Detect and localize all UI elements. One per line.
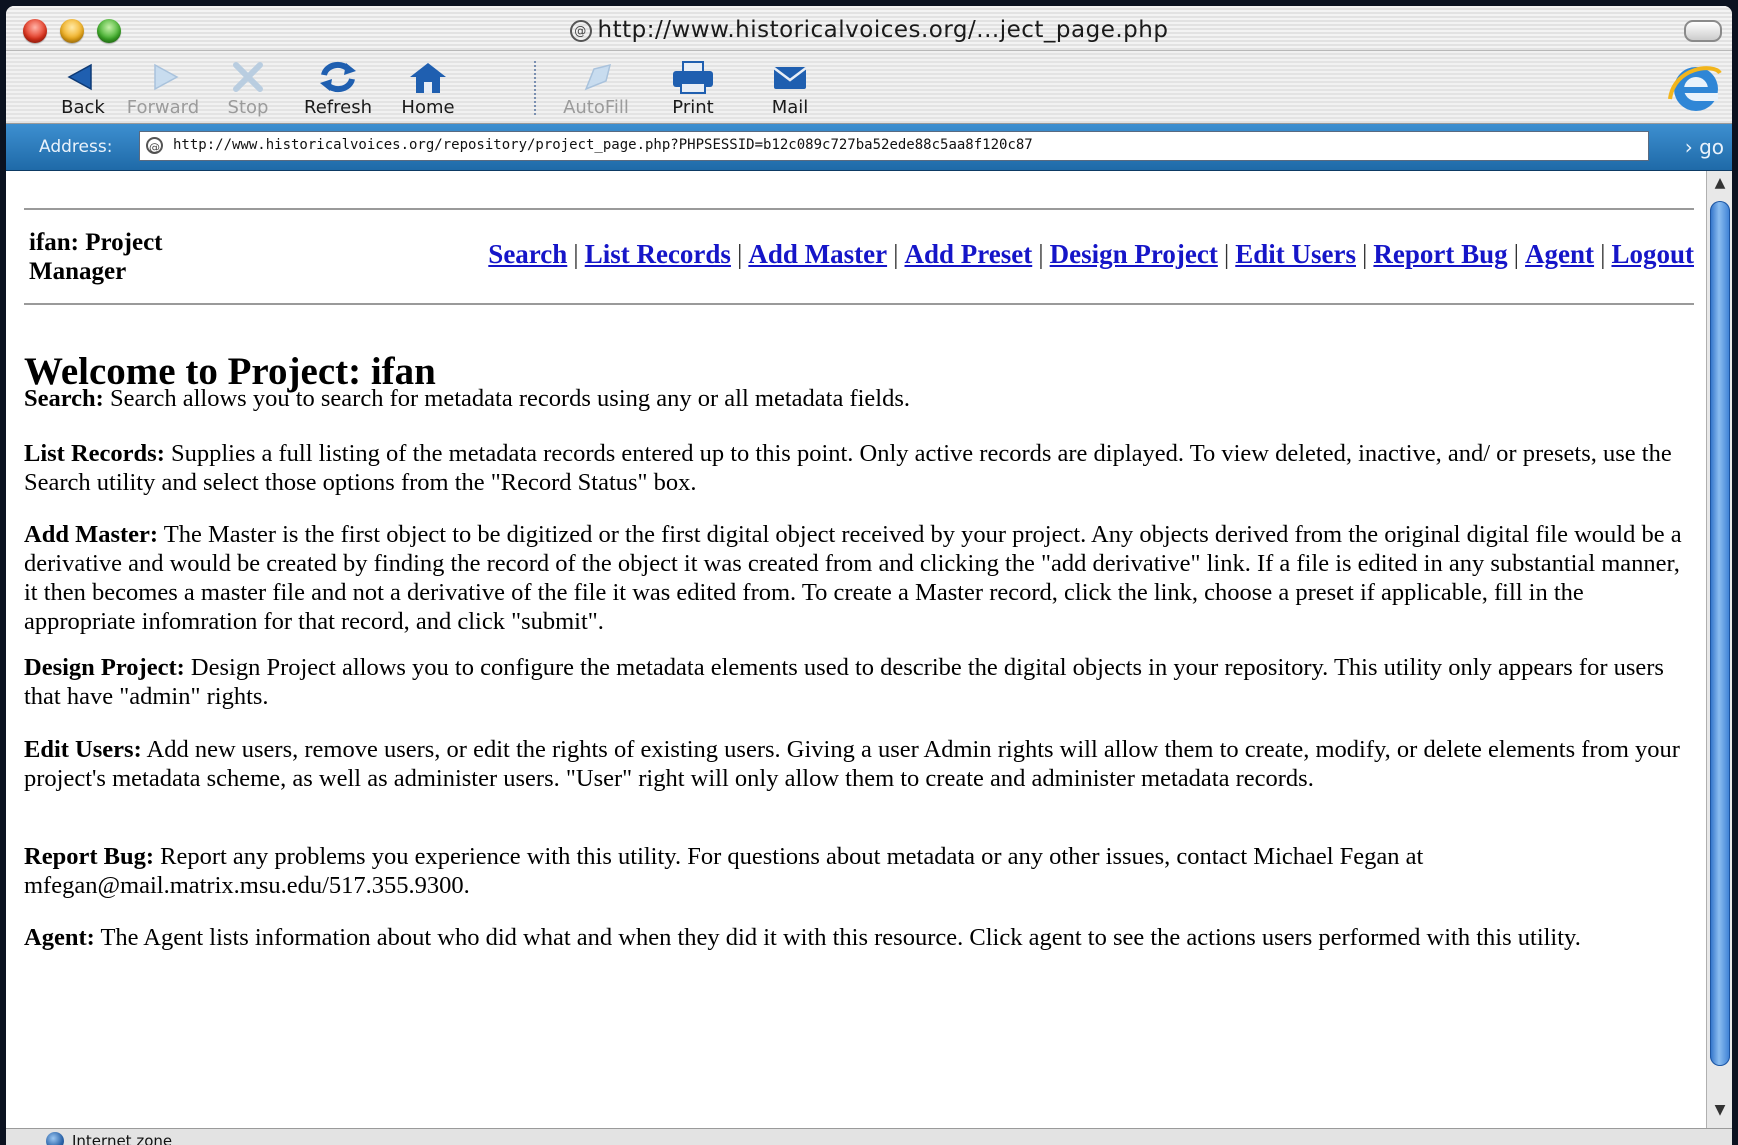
nav-link-design-project[interactable]: Design Project <box>1050 239 1218 269</box>
browser-toolbar: Back Forward Stop Refresh Home AutoFill … <box>6 51 1732 124</box>
stop-x-icon <box>233 62 263 92</box>
autofill-label: AutoFill <box>563 97 629 118</box>
scroll-down-arrow-icon[interactable]: ▼ <box>1707 1102 1732 1124</box>
at-page-icon: @ <box>569 20 592 42</box>
nav-link-report-bug[interactable]: Report Bug <box>1373 239 1507 269</box>
description-text: Design Project allows you to configure t… <box>24 654 1664 710</box>
autofill-button[interactable]: AutoFill <box>554 59 638 118</box>
address-field[interactable]: @ http://www.historicalvoices.org/reposi… <box>139 131 1649 161</box>
description-design-project: Design Project: Design Project allows yo… <box>24 653 1699 711</box>
toolbar-separator <box>534 61 538 115</box>
forward-label: Forward <box>126 97 200 118</box>
print-label: Print <box>672 97 714 118</box>
toolbar-toggle-button[interactable] <box>1684 20 1722 42</box>
description-text: The Master is the first object to be dig… <box>24 521 1682 635</box>
description-add-master: Add Master: The Master is the first obje… <box>24 520 1699 636</box>
project-nav: Search | List Records | Add Master | Add Prese… <box>488 239 1694 270</box>
description-agent: Agent: The Agent lists information about… <box>24 923 1699 952</box>
address-label: Address: <box>39 137 113 157</box>
description-text: Supplies a full listing of the metadata … <box>24 440 1672 496</box>
mail-button[interactable]: Mail <box>748 59 832 118</box>
nav-link-add-master[interactable]: Add Master <box>748 239 887 269</box>
description-text: The Agent lists information about who di… <box>94 924 1581 951</box>
refresh-button[interactable]: Refresh <box>296 59 380 118</box>
back-arrow-icon <box>67 63 92 91</box>
nav-separator: | <box>1038 239 1044 269</box>
nav-separator: | <box>1362 239 1368 269</box>
nav-link-search[interactable]: Search <box>488 239 567 269</box>
description-term: List Records: <box>24 440 165 467</box>
home-icon <box>410 63 446 93</box>
description-search: Search: Search allows you to search for … <box>24 384 1699 413</box>
status-bar: Internet zone <box>6 1128 1732 1145</box>
description-edit-users: Edit Users: Add new users, remove users,… <box>24 735 1699 793</box>
back-button[interactable]: Back <box>41 59 125 118</box>
description-text: Add new users, remove users, or edit the… <box>24 736 1680 792</box>
home-label: Home <box>401 97 455 118</box>
globe-icon <box>46 1132 64 1145</box>
mail-icon <box>773 67 807 89</box>
address-bar: Address: @ http://www.historicalvoices.o… <box>6 124 1732 171</box>
nav-separator: | <box>893 239 899 269</box>
top-divider <box>24 208 1694 210</box>
project-manager-title: ifan: Project Manager <box>29 229 163 285</box>
bottom-divider <box>24 303 1694 305</box>
description-report-bug: Report Bug: Report any problems you expe… <box>24 842 1699 900</box>
nav-link-list-records[interactable]: List Records <box>585 239 731 269</box>
nav-separator: | <box>1513 239 1520 269</box>
home-button[interactable]: Home <box>386 59 470 118</box>
description-list-records: List Records: Supplies a full listing of… <box>24 439 1699 497</box>
nav-link-logout[interactable]: Logout <box>1611 239 1694 269</box>
window-title: @ http://www.historicalvoices.org/...ject… <box>6 17 1732 43</box>
nav-separator: | <box>573 239 579 269</box>
nav-link-add-preset[interactable]: Add Preset <box>904 239 1032 269</box>
scrollbar-thumb[interactable] <box>1710 201 1730 1066</box>
stop-label: Stop <box>227 97 269 118</box>
internet-explorer-logo-icon <box>1668 66 1722 111</box>
back-label: Back <box>61 97 105 118</box>
security-zone-label: Internet zone <box>72 1132 173 1145</box>
nav-link-agent[interactable]: Agent <box>1525 239 1594 269</box>
chevron-right-icon: › <box>1684 135 1693 159</box>
description-term: Add Master: <box>24 521 159 548</box>
refresh-icon <box>320 61 356 93</box>
scroll-up-arrow-icon[interactable]: ▲ <box>1707 175 1732 197</box>
description-term: Report Bug: <box>24 843 154 870</box>
title-bar: @ http://www.historicalvoices.org/...ject… <box>6 6 1732 51</box>
description-term: Edit Users: <box>24 736 142 763</box>
nav-separator: | <box>1600 239 1606 269</box>
address-url[interactable]: http://www.historicalvoices.org/reposito… <box>173 137 1033 153</box>
refresh-label: Refresh <box>304 97 372 118</box>
description-text: Report any problems you experience with … <box>24 843 1424 899</box>
autofill-icon <box>584 63 612 91</box>
mail-label: Mail <box>771 97 809 118</box>
nav-separator: | <box>1223 239 1230 269</box>
nav-separator: | <box>736 239 743 269</box>
forward-arrow-icon <box>154 63 179 91</box>
page-content: ifan: Project Manager Search | List Record… <box>6 171 1706 1128</box>
browser-window: @ http://www.historicalvoices.org/...ject… <box>6 6 1732 1145</box>
go-button[interactable]: › go <box>1685 135 1724 159</box>
description-term: Search: <box>24 385 104 412</box>
nav-link-edit-users[interactable]: Edit Users <box>1235 239 1356 269</box>
vertical-scrollbar[interactable]: ▲ ▼ <box>1706 171 1732 1128</box>
go-label: go <box>1699 135 1724 159</box>
window-title-text: http://www.historicalvoices.org/...ject_… <box>597 17 1169 43</box>
printer-icon <box>673 61 713 94</box>
description-text: Search allows you to search for metadata… <box>103 385 911 412</box>
forward-button[interactable]: Forward <box>121 59 205 118</box>
description-term: Agent: <box>24 924 95 951</box>
stop-button[interactable]: Stop <box>206 59 290 118</box>
print-button[interactable]: Print <box>651 59 735 118</box>
description-term: Design Project: <box>24 654 185 681</box>
at-page-icon: @ <box>146 137 163 154</box>
